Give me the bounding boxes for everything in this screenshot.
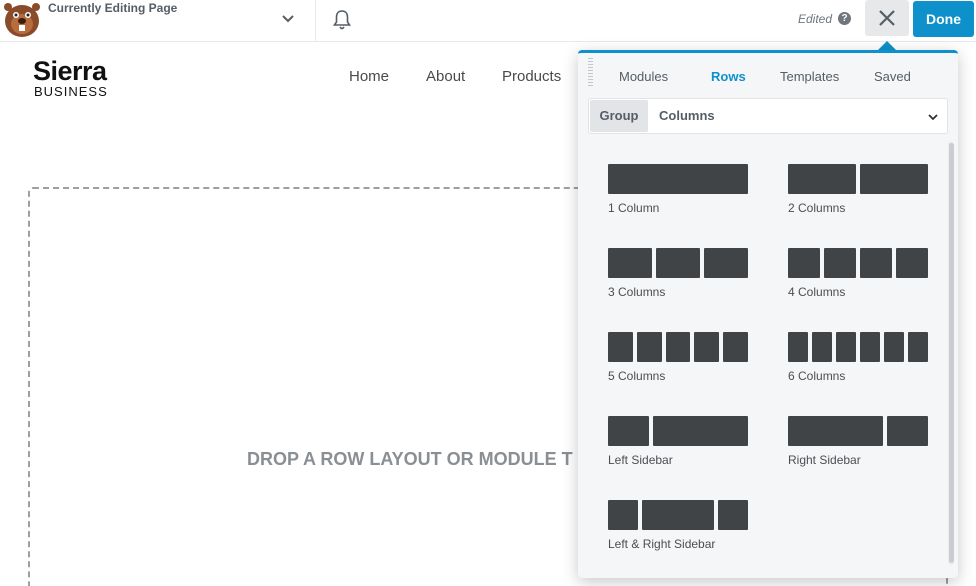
layout-preview (788, 332, 928, 362)
tab-modules[interactable]: Modules (619, 69, 668, 84)
layout-preview (788, 248, 928, 278)
layout-label: 6 Columns (788, 369, 846, 383)
site-logo-name[interactable]: Sierra (33, 56, 107, 87)
row-layout-6-columns[interactable]: 6 Columns (788, 332, 928, 392)
row-layout-1-column[interactable]: 1 Column (608, 164, 748, 224)
layout-label: 4 Columns (788, 285, 846, 299)
edited-status: Edited (798, 12, 833, 26)
close-icon (879, 10, 895, 26)
layout-preview (788, 164, 928, 194)
chevron-down-icon[interactable] (280, 11, 296, 27)
layout-preview (608, 416, 748, 446)
row-layout-4-columns[interactable]: 4 Columns (788, 248, 928, 308)
drop-zone-message: DROP A ROW LAYOUT OR MODULE T (247, 449, 573, 469)
layout-label: 1 Column (608, 201, 660, 215)
beaver-logo-icon[interactable] (2, 0, 42, 38)
nav-item-home[interactable]: Home (349, 68, 389, 85)
builder-top-bar: Currently Editing Page Edited ? Done (0, 0, 976, 42)
drag-handle-icon[interactable] (588, 58, 593, 88)
tab-templates[interactable]: Templates (780, 69, 839, 84)
layout-label: 2 Columns (788, 201, 846, 215)
row-layout-2-columns[interactable]: 2 Columns (788, 164, 928, 224)
layout-preview (608, 332, 748, 362)
row-layout-3-columns[interactable]: 3 Columns (608, 248, 748, 308)
layout-preview (608, 164, 748, 194)
layout-label: Left & Right Sidebar (608, 537, 716, 551)
layout-preview (608, 500, 748, 530)
nav-item-about[interactable]: About (426, 68, 465, 85)
row-layout-right-sidebar[interactable]: Right Sidebar (788, 416, 928, 476)
nav-item-products[interactable]: Products (502, 68, 561, 85)
row-layout-left-sidebar[interactable]: Left Sidebar (608, 416, 748, 476)
row-layout-left-right-sidebar[interactable]: Left & Right Sidebar (608, 500, 748, 560)
layout-label: 5 Columns (608, 369, 666, 383)
divider (315, 0, 316, 42)
group-select-value[interactable]: Columns (659, 108, 715, 123)
layout-label: Right Sidebar (788, 453, 861, 467)
chevron-down-icon[interactable] (927, 110, 939, 122)
content-panel: Modules Rows Templates Saved Group Colum… (578, 50, 958, 578)
bell-icon[interactable] (332, 9, 352, 31)
currently-editing-label[interactable]: Currently Editing Page (48, 1, 177, 15)
layout-label: Left Sidebar (608, 453, 673, 467)
done-button[interactable]: Done (913, 1, 974, 37)
layout-label: 3 Columns (608, 285, 666, 299)
scrollbar-thumb[interactable] (949, 143, 954, 563)
site-logo-tagline: BUSINESS (34, 84, 108, 99)
help-icon[interactable]: ? (838, 12, 851, 25)
group-selector[interactable]: Group Columns (588, 98, 948, 134)
panel-pointer (878, 41, 896, 50)
layout-preview (788, 416, 928, 446)
page-builder: Currently Editing Page Edited ? Done Sie… (0, 0, 976, 586)
tab-rows[interactable]: Rows (711, 69, 746, 84)
row-layout-5-columns[interactable]: 5 Columns (608, 332, 748, 392)
group-label: Group (590, 100, 648, 132)
tab-saved[interactable]: Saved (874, 69, 911, 84)
layout-preview (608, 248, 748, 278)
close-panel-button[interactable] (865, 0, 909, 36)
